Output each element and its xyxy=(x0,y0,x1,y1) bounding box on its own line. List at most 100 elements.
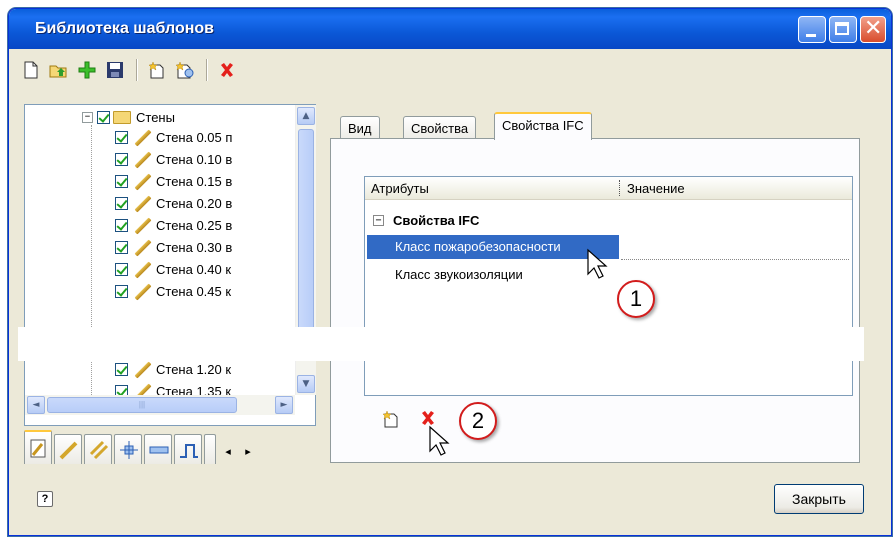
tree-item-label: Стена 0.05 п xyxy=(156,129,233,145)
add-attribute-button[interactable] xyxy=(382,410,402,430)
group-label: Свойства IFC xyxy=(393,213,480,228)
toolbar-separator xyxy=(136,59,138,81)
tree-item[interactable]: Стена 1.20 к xyxy=(115,359,231,379)
scroll-right-icon[interactable]: ► xyxy=(275,396,293,414)
value-cell[interactable] xyxy=(621,235,849,260)
title-bar[interactable]: Библиотека шаблонов ✕ xyxy=(9,9,891,49)
wall-icon xyxy=(131,283,151,299)
tab-columns[interactable] xyxy=(114,434,142,464)
collapse-icon[interactable]: − xyxy=(373,215,384,226)
mouse-pointer-icon xyxy=(429,425,450,456)
attribute-label: Класс пожаробезопасности xyxy=(395,239,561,254)
tree-item[interactable]: Стена 0.25 в xyxy=(115,215,232,235)
tree-item[interactable]: Стена 0.45 к xyxy=(115,281,231,301)
tree-item-label: Стена 0.40 к xyxy=(156,261,232,277)
tree-item-label: Стена 0.10 в xyxy=(156,151,233,167)
beam-icon xyxy=(149,446,169,454)
new-template-icon xyxy=(148,61,164,79)
tree-checkbox[interactable] xyxy=(115,152,128,166)
add-button[interactable] xyxy=(74,57,100,83)
tree-item[interactable]: Стена 0.15 в xyxy=(115,171,232,191)
group-row[interactable]: − Свойства IFC xyxy=(365,209,852,233)
tree-checkbox[interactable] xyxy=(115,262,128,276)
template-settings-button[interactable] xyxy=(172,57,198,83)
tree-item-label: Стена 1.35 к xyxy=(156,383,232,396)
tab-view[interactable]: Вид xyxy=(340,116,380,140)
tree-item[interactable]: Стена 0.05 п xyxy=(115,127,232,147)
tree-checkbox[interactable] xyxy=(115,130,128,144)
close-icon: ✕ xyxy=(864,16,883,41)
tab-all-categories[interactable] xyxy=(24,430,52,464)
tab-beams[interactable] xyxy=(144,434,172,464)
close-button[interactable]: Закрыть xyxy=(774,484,864,514)
tree-checkbox[interactable] xyxy=(115,284,128,298)
tab-properties[interactable]: Свойства xyxy=(403,116,477,140)
tree-node-walls[interactable]: − Стены xyxy=(82,107,175,127)
tab-doors[interactable] xyxy=(174,434,202,464)
tree-horizontal-scrollbar[interactable]: ◄ ||| ► xyxy=(25,395,295,415)
callout-badge-2: 2 xyxy=(459,402,497,440)
wall-icon xyxy=(131,383,151,395)
wall-icon xyxy=(131,239,151,255)
toolbar-separator xyxy=(206,59,208,81)
window-title: Библиотека шаблонов xyxy=(35,20,214,37)
tab-ifc-properties[interactable]: Свойства IFC xyxy=(494,112,592,140)
column-attributes[interactable]: Атрибуты xyxy=(371,181,429,196)
delete-button[interactable] xyxy=(214,57,240,83)
new-attribute-icon xyxy=(382,410,398,428)
template-settings-icon xyxy=(175,61,194,79)
close-window-button[interactable]: ✕ xyxy=(860,16,886,43)
tree-item[interactable]: Стена 1.35 к xyxy=(115,381,231,395)
tree-item-label: Стена 1.20 к xyxy=(156,361,232,377)
minimize-button[interactable] xyxy=(798,16,826,43)
open-button[interactable] xyxy=(46,57,72,83)
tree-checkbox[interactable] xyxy=(115,218,128,232)
help-icon[interactable]: ? xyxy=(37,491,53,507)
tab-scroll-arrows[interactable]: ◂ ▸ xyxy=(218,438,258,464)
tree-checkbox[interactable] xyxy=(97,110,110,124)
tab-more[interactable] xyxy=(204,434,216,464)
tree-checkbox[interactable] xyxy=(115,174,128,188)
scroll-left-icon[interactable]: ◄ xyxy=(27,396,45,414)
door-icon xyxy=(180,444,198,458)
new-template-button[interactable] xyxy=(144,57,170,83)
tab-walls[interactable] xyxy=(54,434,82,464)
column-value[interactable]: Значение xyxy=(627,181,685,196)
tree-checkbox[interactable] xyxy=(115,196,128,210)
tree-node-label: Стены xyxy=(136,109,175,125)
horizontal-scroll-thumb[interactable]: ||| xyxy=(47,397,237,413)
minimize-icon xyxy=(806,34,816,37)
column-separator xyxy=(619,180,620,196)
tab-double-walls[interactable] xyxy=(84,434,112,464)
scroll-up-icon[interactable]: ▲ xyxy=(297,107,315,125)
tree-item[interactable]: Стена 0.10 в xyxy=(115,149,232,169)
tab-scroll-left-icon[interactable]: ◂ xyxy=(225,445,231,458)
scroll-thumb[interactable] xyxy=(298,129,314,349)
wall-icon xyxy=(131,173,151,189)
save-button[interactable] xyxy=(102,57,128,83)
attribute-label: Класс звукоизоляции xyxy=(395,267,523,282)
tree-checkbox[interactable] xyxy=(115,240,128,254)
tree-item[interactable]: Стена 0.20 в xyxy=(115,193,232,213)
tree-item[interactable]: Стена 0.40 к xyxy=(115,259,231,279)
tree-item-label: Стена 0.25 в xyxy=(156,217,233,233)
wall-icon xyxy=(131,261,151,277)
grid-header: Атрибуты Значение xyxy=(365,177,852,200)
double-wall-icon xyxy=(89,440,109,460)
tree-item-label: Стена 0.20 в xyxy=(156,195,233,211)
tab-scroll-right-icon[interactable]: ▸ xyxy=(245,445,251,458)
collapse-icon[interactable]: − xyxy=(82,111,93,123)
category-tabs: ◂ ▸ xyxy=(24,428,258,464)
tree-item[interactable]: Стена 0.30 в xyxy=(115,237,232,257)
tree-checkbox[interactable] xyxy=(115,384,128,395)
wall-icon xyxy=(131,129,151,145)
callout-badge-1: 1 xyxy=(617,280,655,318)
maximize-button[interactable] xyxy=(829,16,857,43)
save-icon xyxy=(107,62,123,78)
scroll-down-icon[interactable]: ▼ xyxy=(297,375,315,393)
library-icon xyxy=(30,439,46,458)
column-icon xyxy=(120,441,138,459)
maximize-icon xyxy=(835,22,849,35)
tree-checkbox[interactable] xyxy=(115,362,128,376)
new-button[interactable] xyxy=(18,57,44,83)
